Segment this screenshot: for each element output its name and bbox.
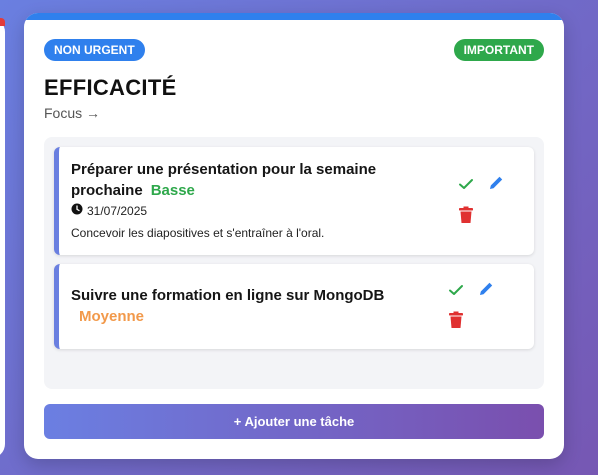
important-badge: IMPORTANT (453, 39, 544, 61)
clock-icon (71, 203, 83, 218)
non-urgent-badge: NON URGENT (44, 39, 145, 61)
priority-label: Basse (150, 182, 195, 199)
trash-icon[interactable] (446, 310, 466, 330)
task-title: Suivre une formation en ligne sur MongoD… (71, 285, 431, 327)
adjacent-card-accent (0, 18, 5, 26)
quadrant-card: NON URGENT IMPORTANT EFFICACITÉ Focus → … (24, 13, 564, 459)
quadrant-subtitle: Focus → (44, 105, 101, 121)
task-item[interactable]: Suivre une formation en ligne sur MongoD… (54, 264, 534, 349)
task-date-text: 31/07/2025 (87, 203, 148, 218)
add-task-button[interactable]: + Ajouter une tâche (44, 404, 544, 439)
check-icon[interactable] (446, 280, 466, 300)
task-title: Préparer une présentation pour la semain… (71, 159, 431, 201)
quadrant-title: EFFICACITÉ (44, 75, 177, 100)
check-icon[interactable] (456, 174, 476, 194)
priority-label: Moyenne (79, 308, 145, 325)
task-title-text: Préparer une présentation pour la semain… (71, 161, 377, 199)
edit-icon[interactable] (486, 173, 506, 193)
edit-icon[interactable] (476, 279, 496, 299)
task-list: Préparer une présentation pour la semain… (44, 137, 544, 389)
task-date: 31/07/2025 (71, 203, 147, 218)
task-title-text: Suivre une formation en ligne sur MongoD… (71, 287, 385, 304)
task-description: Concevoir les diapositives et s'entraîne… (71, 226, 325, 240)
card-top-bar (24, 13, 564, 20)
task-item[interactable]: Préparer une présentation pour la semain… (54, 147, 534, 255)
adjacent-card-edge (0, 18, 5, 458)
trash-icon[interactable] (456, 205, 476, 225)
